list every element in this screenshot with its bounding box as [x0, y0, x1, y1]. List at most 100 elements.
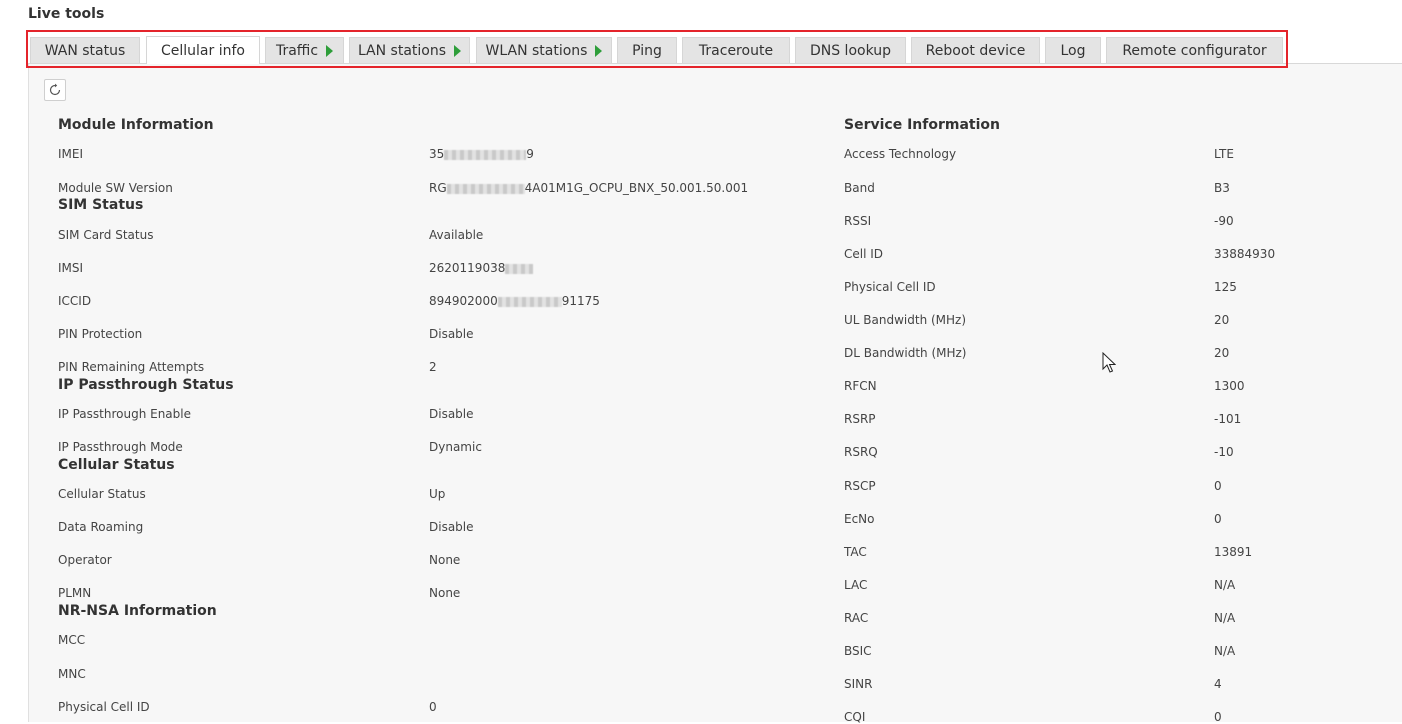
label-cellular-status: Cellular Status	[58, 487, 146, 501]
cellular-info-panel	[28, 64, 1402, 722]
value-imei: 35 9	[429, 147, 534, 161]
value-imei-suffix: 9	[526, 147, 534, 161]
refresh-icon	[49, 83, 61, 96]
value-lac: N/A	[1214, 578, 1236, 592]
tab-label: Remote configurator	[1122, 42, 1267, 59]
value-rsrq: -10	[1214, 445, 1234, 459]
section-heading-service-information: Service Information	[844, 117, 1000, 133]
page-title: Live tools	[28, 6, 105, 22]
label-ul-bandwidth: UL Bandwidth (MHz)	[844, 313, 967, 327]
section-heading-module-information: Module Information	[58, 117, 214, 133]
label-physical-cell-id: Physical Cell ID	[844, 280, 936, 294]
value-ip-passthrough-enable: Disable	[429, 407, 474, 421]
value-ul-bandwidth: 20	[1214, 313, 1230, 327]
label-bsic: BSIC	[844, 644, 872, 658]
label-rssi: RSSI	[844, 214, 872, 228]
label-tac: TAC	[844, 545, 867, 559]
value-physical-cell-id: 125	[1214, 280, 1237, 294]
tab-label: Ping	[632, 42, 662, 59]
value-data-roaming: Disable	[429, 520, 474, 534]
tab-traffic[interactable]: Traffic	[265, 37, 344, 63]
value-sinr: 4	[1214, 677, 1222, 691]
value-ip-passthrough-mode: Dynamic	[429, 440, 482, 454]
value-rscp: 0	[1214, 479, 1222, 493]
label-imei: IMEI	[58, 147, 84, 161]
label-iccid: ICCID	[58, 294, 92, 308]
tab-label: Log	[1060, 42, 1086, 59]
tab-ping[interactable]: Ping	[617, 37, 677, 63]
redacted-mask	[497, 296, 562, 307]
value-band: B3	[1214, 181, 1230, 195]
submenu-arrow-icon	[454, 44, 462, 57]
section-heading-sim-status: SIM Status	[58, 197, 144, 213]
section-heading-ip-passthrough-status: IP Passthrough Status	[58, 377, 234, 393]
value-tac: 13891	[1214, 545, 1253, 559]
label-rscp: RSCP	[844, 479, 876, 493]
tab-label: LAN stations	[357, 42, 447, 59]
value-pin-protection: Disable	[429, 327, 474, 341]
tab-label: WLAN stations	[485, 42, 588, 59]
value-iccid-prefix: 894902000	[429, 294, 498, 308]
value-plmn: None	[429, 586, 461, 600]
submenu-arrow-icon	[595, 44, 603, 57]
label-ip-passthrough-enable: IP Passthrough Enable	[58, 407, 191, 421]
label-ip-passthrough-mode: IP Passthrough Mode	[58, 440, 183, 454]
tab-lan-stations[interactable]: LAN stations	[349, 37, 470, 63]
value-imsi: 2620119038	[429, 261, 534, 275]
label-rsrq: RSRQ	[844, 445, 878, 459]
value-bsic: N/A	[1214, 644, 1236, 658]
refresh-button[interactable]	[44, 79, 66, 101]
value-module-sw-version: RG 4A01M1G_OCPU_BNX_50.001.50.001	[429, 181, 748, 195]
value-iccid-suffix: 91175	[561, 294, 600, 308]
value-sim-card-status: Available	[429, 228, 484, 242]
tab-log[interactable]: Log	[1045, 37, 1101, 63]
tab-label: Cellular info	[161, 42, 245, 59]
value-rssi: -90	[1214, 214, 1234, 228]
value-imei-prefix: 35	[429, 147, 445, 161]
label-lac: LAC	[844, 578, 868, 592]
label-imsi: IMSI	[58, 261, 84, 275]
value-operator: None	[429, 553, 461, 567]
value-cellular-status: Up	[429, 487, 446, 501]
label-module-sw-version: Module SW Version	[58, 181, 173, 195]
label-mnc: MNC	[58, 667, 86, 681]
tab-label: Traffic	[275, 42, 319, 59]
value-dl-bandwidth: 20	[1214, 346, 1230, 360]
redacted-mask	[446, 183, 525, 194]
tab-traceroute[interactable]: Traceroute	[682, 37, 790, 63]
value-sw-suffix: 4A01M1G_OCPU_BNX_50.001.50.001	[524, 181, 749, 195]
label-pin-remaining-attempts: PIN Remaining Attempts	[58, 360, 205, 374]
value-access-technology: LTE	[1214, 147, 1234, 161]
mouse-cursor-icon	[1102, 352, 1116, 373]
value-pin-remaining-attempts: 2	[429, 360, 437, 374]
label-plmn: PLMN	[58, 586, 92, 600]
tab-wlan-stations[interactable]: WLAN stations	[476, 37, 612, 63]
tab-dns-lookup[interactable]: DNS lookup	[795, 37, 906, 63]
label-rsrp: RSRP	[844, 412, 876, 426]
value-cell-id: 33884930	[1214, 247, 1276, 261]
section-heading-cellular-status: Cellular Status	[58, 457, 175, 473]
tab-label: WAN status	[44, 42, 126, 59]
tab-label: Traceroute	[698, 42, 774, 59]
value-imsi-prefix: 2620119038	[429, 261, 506, 275]
value-iccid: 894902000 91175	[429, 294, 600, 308]
label-band: Band	[844, 181, 875, 195]
tab-reboot-device[interactable]: Reboot device	[911, 37, 1040, 63]
label-operator: Operator	[58, 553, 112, 567]
tab-label: DNS lookup	[809, 42, 892, 59]
tab-remote-configurator[interactable]: Remote configurator	[1106, 37, 1283, 63]
section-heading-nr-nsa-information: NR-NSA Information	[58, 603, 217, 619]
label-dl-bandwidth: DL Bandwidth (MHz)	[844, 346, 967, 360]
label-access-technology: Access Technology	[844, 147, 957, 161]
value-rfcn: 1300	[1214, 379, 1245, 393]
label-sinr: SINR	[844, 677, 873, 691]
tab-label: Reboot device	[925, 42, 1026, 59]
label-pin-protection: PIN Protection	[58, 327, 143, 341]
label-data-roaming: Data Roaming	[58, 520, 144, 534]
label-ecno: EcNo	[844, 512, 875, 526]
label-rfcn: RFCN	[844, 379, 877, 393]
tab-cellular-info[interactable]: Cellular info	[146, 36, 260, 64]
value-rac: N/A	[1214, 611, 1236, 625]
label-rac: RAC	[844, 611, 869, 625]
tab-wan-status[interactable]: WAN status	[30, 37, 140, 63]
